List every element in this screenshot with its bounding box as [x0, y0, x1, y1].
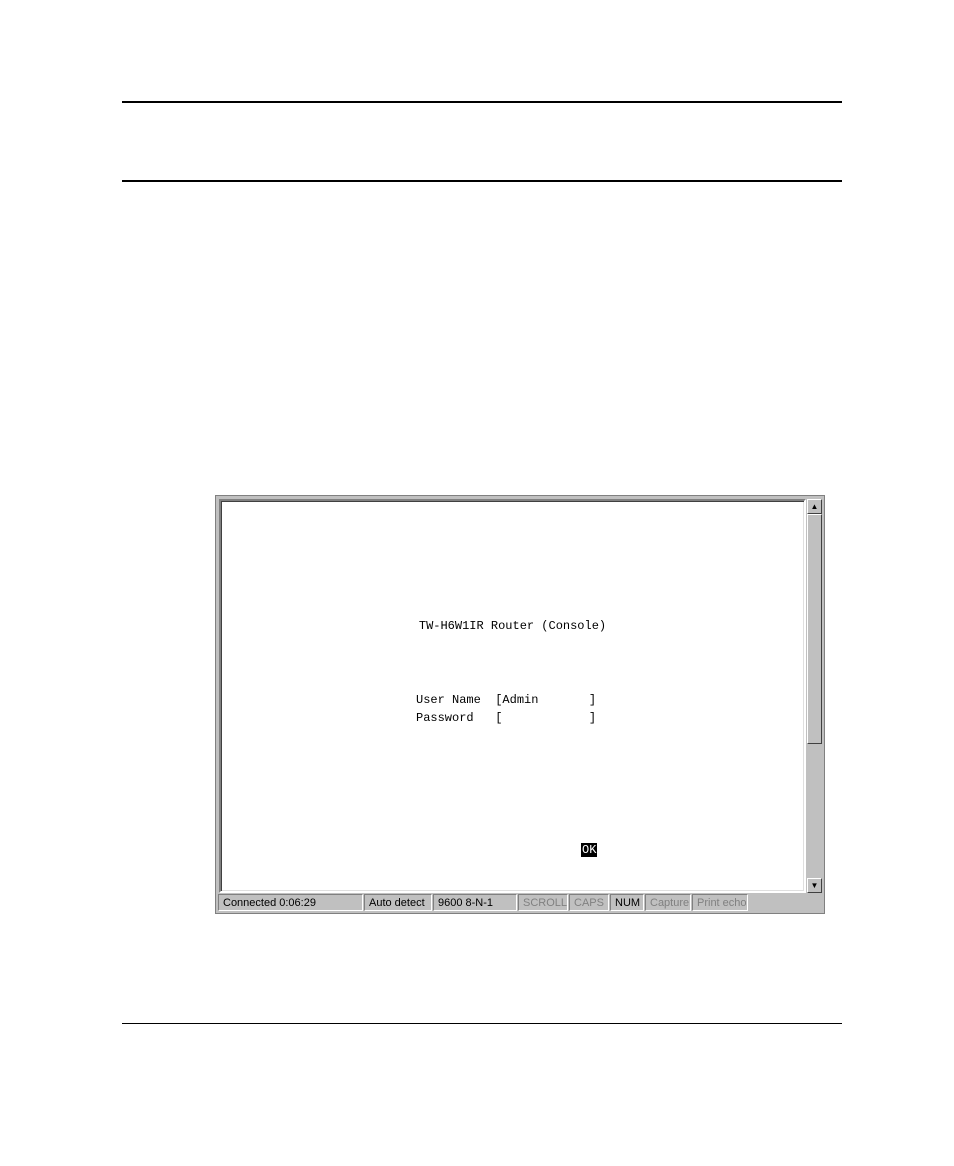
status-bar: Connected 0:06:29 Auto detect 9600 8-N-1… — [218, 894, 822, 911]
username-input[interactable]: Admin — [502, 693, 538, 707]
terminal-content: TW-H6W1IR Router (Console) User Name [Ad… — [219, 499, 806, 893]
horizontal-rule-top — [122, 101, 842, 103]
status-connected: Connected 0:06:29 — [218, 894, 363, 911]
status-scroll: SCROLL — [518, 894, 568, 911]
status-baud: 9600 8-N-1 — [433, 894, 517, 911]
horizontal-rule-mid — [122, 180, 842, 182]
login-form: User Name [Admin ] Password [ ] — [416, 691, 596, 727]
horizontal-rule-bottom — [122, 1023, 842, 1024]
ok-button[interactable]: OK — [581, 843, 597, 857]
terminal-title: TW-H6W1IR Router (Console) — [221, 619, 804, 633]
status-num: NUM — [610, 894, 644, 911]
password-label: Password — [416, 711, 474, 725]
terminal-window: TW-H6W1IR Router (Console) User Name [Ad… — [215, 495, 825, 914]
scroll-up-icon[interactable]: ▲ — [807, 499, 822, 514]
status-capture: Capture — [645, 894, 691, 911]
scrollbar-thumb[interactable] — [807, 514, 822, 744]
status-printecho: Print echo — [692, 894, 748, 911]
status-autodetect: Auto detect — [364, 894, 432, 911]
scroll-down-icon[interactable]: ▼ — [807, 878, 822, 893]
status-caps: CAPS — [569, 894, 609, 911]
vertical-scrollbar[interactable]: ▲ ▼ — [807, 499, 822, 893]
username-label: User Name — [416, 693, 481, 707]
